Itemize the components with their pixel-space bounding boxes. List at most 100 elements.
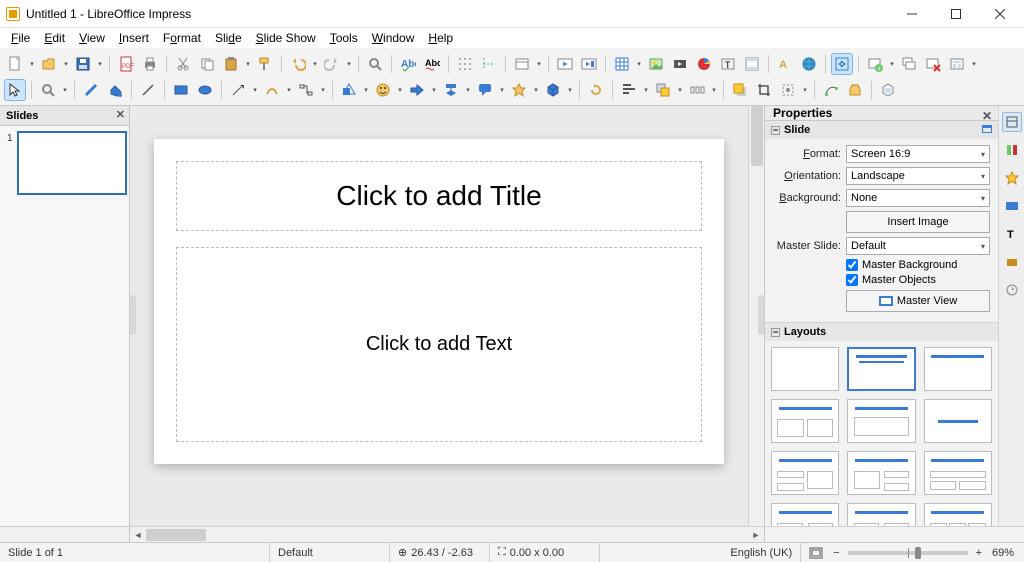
rotate-icon[interactable] <box>585 79 607 101</box>
zoom-icon[interactable] <box>37 79 59 101</box>
line-color-icon[interactable] <box>80 79 102 101</box>
undock-icon[interactable] <box>982 125 992 133</box>
zoom-in-icon[interactable]: + <box>974 543 984 562</box>
insert-image-icon[interactable] <box>645 53 667 75</box>
new-slide-dropdown[interactable] <box>888 60 896 68</box>
deck-animation-icon[interactable] <box>1002 280 1022 300</box>
menu-view[interactable]: View <box>72 29 112 47</box>
title-placeholder[interactable]: Click to add Title <box>176 161 702 231</box>
master-background-checkbox[interactable] <box>846 259 858 271</box>
menu-slideshow[interactable]: Slide Show <box>249 29 323 47</box>
display-grid-icon[interactable] <box>454 53 476 75</box>
autospellcheck-icon[interactable]: Abc <box>421 53 443 75</box>
block-arrows-dropdown[interactable] <box>430 86 438 94</box>
layouts-section-header[interactable]: − Layouts <box>765 323 998 341</box>
horizontal-scrollbar[interactable]: ◄► <box>130 526 764 542</box>
menu-tools[interactable]: Tools <box>323 29 365 47</box>
fit-slide-icon[interactable] <box>801 543 831 562</box>
3d-objects-icon[interactable] <box>542 79 564 101</box>
status-language[interactable]: English (UK) <box>722 543 801 562</box>
spellcheck-icon[interactable]: Abc <box>397 53 419 75</box>
zoom-slider[interactable] <box>848 551 968 555</box>
menu-format[interactable]: Format <box>156 29 208 47</box>
menu-file[interactable]: File <box>4 29 37 47</box>
slide-layout-icon[interactable] <box>946 53 968 75</box>
distribute-dropdown[interactable] <box>710 86 718 94</box>
fill-color-icon[interactable] <box>104 79 126 101</box>
zoom-level[interactable]: 69% <box>984 543 1024 562</box>
duplicate-slide-icon[interactable] <box>898 53 920 75</box>
insert-fontwork-icon[interactable]: A <box>774 53 796 75</box>
cut-icon[interactable] <box>172 53 194 75</box>
menu-window[interactable]: Window <box>365 29 422 47</box>
insert-hyperlink-icon[interactable] <box>798 53 820 75</box>
open-icon[interactable] <box>38 53 60 75</box>
master-objects-checkbox[interactable] <box>846 274 858 286</box>
filter-icon[interactable] <box>777 79 799 101</box>
flowchart-icon[interactable] <box>440 79 462 101</box>
clone-formatting-icon[interactable] <box>254 53 276 75</box>
slide-layout-dropdown[interactable] <box>970 60 978 68</box>
open-dropdown[interactable] <box>62 60 70 68</box>
undo-dropdown[interactable] <box>311 60 319 68</box>
master-view-button[interactable]: Master View <box>846 290 990 312</box>
flowchart-dropdown[interactable] <box>464 86 472 94</box>
insert-table-icon[interactable] <box>611 53 633 75</box>
minimize-button[interactable] <box>890 0 934 28</box>
new-dropdown[interactable] <box>28 60 36 68</box>
lines-arrows-dropdown[interactable] <box>251 86 259 94</box>
basic-shapes-dropdown[interactable] <box>362 86 370 94</box>
layout-title-content[interactable] <box>847 347 915 391</box>
layout-title-content-2[interactable] <box>847 399 915 443</box>
start-current-icon[interactable] <box>578 53 600 75</box>
deck-shapes-icon[interactable]: T <box>1002 224 1022 244</box>
deck-properties-icon[interactable] <box>1002 112 1022 132</box>
find-icon[interactable] <box>364 53 386 75</box>
ellipse-icon[interactable] <box>194 79 216 101</box>
start-beginning-icon[interactable] <box>554 53 576 75</box>
background-combo[interactable]: None <box>846 189 990 207</box>
menu-slide[interactable]: Slide <box>208 29 249 47</box>
connectors-dropdown[interactable] <box>319 86 327 94</box>
master-slide-combo[interactable]: Default <box>846 237 990 255</box>
slides-panel-close-icon[interactable]: ✕ <box>116 108 125 121</box>
table-dropdown[interactable] <box>635 60 643 68</box>
maximize-button[interactable] <box>934 0 978 28</box>
insert-chart-icon[interactable] <box>693 53 715 75</box>
insert-av-icon[interactable] <box>669 53 691 75</box>
print-icon[interactable] <box>139 53 161 75</box>
delete-slide-icon[interactable] <box>922 53 944 75</box>
redo-icon[interactable] <box>321 53 343 75</box>
display-views-dropdown[interactable] <box>535 60 543 68</box>
layout-11[interactable] <box>847 503 915 526</box>
paste-icon[interactable] <box>220 53 242 75</box>
extrusion-icon[interactable] <box>877 79 899 101</box>
line-icon[interactable] <box>137 79 159 101</box>
connectors-icon[interactable] <box>295 79 317 101</box>
3d-dropdown[interactable] <box>566 86 574 94</box>
deck-navigator-icon[interactable] <box>1002 196 1022 216</box>
menu-insert[interactable]: Insert <box>112 29 156 47</box>
paste-dropdown[interactable] <box>244 60 252 68</box>
curves-polygons-icon[interactable] <box>261 79 283 101</box>
layout-8[interactable] <box>847 451 915 495</box>
crop-icon[interactable] <box>753 79 775 101</box>
copy-icon[interactable] <box>196 53 218 75</box>
export-pdf-icon[interactable]: PDF <box>115 53 137 75</box>
layout-centered[interactable] <box>924 399 992 443</box>
stars-banners-icon[interactable] <box>508 79 530 101</box>
close-button[interactable] <box>978 0 1022 28</box>
block-arrows-icon[interactable] <box>406 79 428 101</box>
menu-help[interactable]: Help <box>421 29 460 47</box>
deck-styles-icon[interactable] <box>1002 140 1022 160</box>
layout-title-2content[interactable] <box>771 399 839 443</box>
lines-arrows-icon[interactable] <box>227 79 249 101</box>
shadow-icon[interactable] <box>729 79 751 101</box>
deck-gallery-icon[interactable] <box>1002 168 1022 188</box>
redo-dropdown[interactable] <box>345 60 353 68</box>
orientation-combo[interactable]: Landscape <box>846 167 990 185</box>
deck-master-icon[interactable] <box>1002 252 1022 272</box>
save-icon[interactable] <box>72 53 94 75</box>
callouts-icon[interactable] <box>474 79 496 101</box>
menu-edit[interactable]: Edit <box>37 29 72 47</box>
